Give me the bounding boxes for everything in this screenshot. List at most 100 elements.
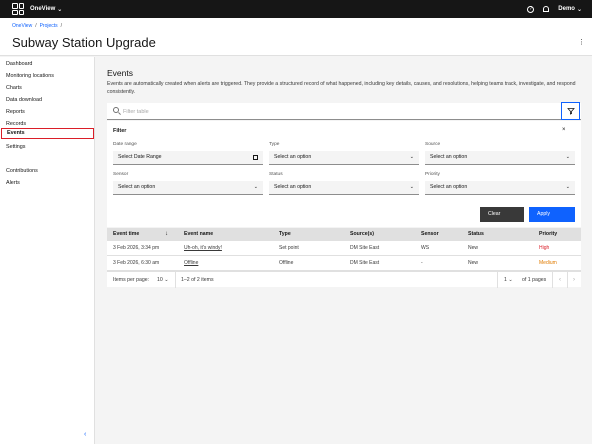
sidebar-item-monitoring-locations[interactable]: Monitoring locations: [1, 71, 94, 82]
column-header-event-time[interactable]: Event time: [113, 228, 139, 241]
sidebar-item-alerts[interactable]: Alerts: [1, 178, 94, 189]
user-menu[interactable]: Demo ⌄: [558, 6, 582, 13]
sidebar-item-dashboard[interactable]: Dashboard: [1, 59, 94, 70]
search-input[interactable]: [123, 106, 523, 117]
apply-button[interactable]: Apply: [529, 207, 575, 222]
priority-label: Priority: [425, 172, 440, 177]
page-header: OneView / Projects / Subway Station Upgr…: [0, 18, 592, 56]
sidebar-item-reports[interactable]: Reports: [1, 107, 94, 118]
source-cell: DM Site East: [350, 260, 380, 266]
sidebar-item-charts[interactable]: Charts: [1, 83, 94, 94]
status-cell: New: [468, 245, 479, 251]
overflow-menu-icon[interactable]: ⋮: [578, 38, 585, 46]
divider: [497, 272, 498, 288]
type-value: Select an option: [274, 154, 312, 160]
top-bar: OneView ⌄ ? Demo ⌄: [0, 0, 592, 18]
column-header-type[interactable]: Type: [279, 228, 291, 241]
source-select[interactable]: Select an option ⌄: [425, 151, 575, 165]
chevron-down-icon: ⌄: [508, 277, 513, 283]
column-header-priority[interactable]: Priority: [539, 228, 557, 241]
user-name: Demo: [558, 6, 575, 12]
event-name-link[interactable]: Uh-oh, it's windy!: [184, 241, 222, 256]
status-label: Status: [269, 172, 283, 177]
sensor-label: Sensor: [113, 172, 129, 177]
sidebar-item-data-download[interactable]: Data download: [1, 95, 94, 106]
page-count: of 1 pages: [522, 277, 547, 283]
type-cell: Offline: [279, 260, 294, 266]
chevron-down-icon: ⌄: [409, 184, 414, 190]
events-section: Events Events are automatically created …: [107, 68, 581, 95]
type-label: Type: [269, 142, 280, 147]
sidebar: Dashboard Monitoring locations Charts Da…: [0, 57, 95, 444]
column-header-sources[interactable]: Source(s): [350, 228, 374, 241]
priority-cell: Medium: [539, 260, 557, 266]
help-icon[interactable]: ?: [527, 5, 535, 13]
notification-bell-icon[interactable]: [543, 6, 550, 12]
close-icon[interactable]: ×: [562, 127, 566, 133]
column-header-status[interactable]: Status: [468, 228, 484, 241]
items-per-page-label: Items per page:: [113, 277, 150, 283]
section-title: Events: [107, 68, 133, 78]
page-title: Subway Station Upgrade: [12, 35, 156, 50]
date-range-picker[interactable]: Select Date Range: [113, 151, 263, 165]
breadcrumb: OneView / Projects /: [12, 23, 62, 29]
page-select[interactable]: 1 ⌄: [504, 272, 513, 288]
table-header: Event time ↓ Event name Type Source(s) S…: [107, 228, 581, 241]
next-page-icon[interactable]: ›: [567, 272, 581, 288]
sidebar-item-events[interactable]: Events: [1, 128, 94, 139]
collapse-sidebar-icon[interactable]: ‹: [84, 431, 86, 438]
type-select[interactable]: Select an option ⌄: [269, 151, 419, 165]
section-description: Events are automatically created when al…: [107, 81, 576, 95]
date-range-label: Date range: [113, 142, 137, 147]
items-per-page-select[interactable]: 10 ⌄: [157, 272, 169, 288]
sensor-value: Select an option: [118, 184, 156, 190]
event-time-cell: 3 Feb 2026, 3:34 pm: [113, 245, 160, 251]
table-row[interactable]: 3 Feb 2026, 6:30 am Offline Offline DM S…: [107, 256, 581, 271]
app-name: OneView: [30, 6, 56, 12]
chevron-down-icon: ⌄: [565, 184, 570, 190]
clear-button[interactable]: Clear: [480, 207, 524, 222]
filter-title: Filter: [113, 128, 127, 134]
chevron-down-icon: ⌄: [576, 6, 582, 13]
filter-toggle-button[interactable]: [561, 102, 580, 120]
table-search: [107, 103, 581, 120]
chevron-down-icon: ⌄: [565, 154, 570, 160]
column-header-event-name[interactable]: Event name: [184, 228, 213, 241]
app-switcher-icon[interactable]: [12, 3, 24, 15]
items-per-page-value: 10: [157, 277, 163, 283]
source-label: Source: [425, 142, 441, 147]
breadcrumb-projects[interactable]: Projects: [40, 23, 58, 29]
status-value: Select an option: [274, 184, 312, 190]
sensor-cell: -: [421, 260, 423, 266]
breadcrumb-separator: /: [60, 23, 63, 29]
chevron-down-icon: ⌄: [409, 154, 414, 160]
page-value: 1: [504, 277, 507, 283]
search-icon: [113, 107, 119, 113]
sidebar-item-contributions[interactable]: Contributions: [1, 166, 94, 177]
column-header-sensor[interactable]: Sensor: [421, 228, 439, 241]
priority-value: Select an option: [430, 184, 468, 190]
items-range: 1–2 of 2 items: [181, 277, 214, 283]
breadcrumb-separator: /: [35, 23, 37, 29]
sort-arrow-down-icon[interactable]: ↓: [165, 228, 168, 241]
source-cell: DM Site East: [350, 245, 380, 251]
divider: [175, 272, 176, 288]
table-row[interactable]: 3 Feb 2026, 3:34 pm Uh-oh, it's windy! S…: [107, 241, 581, 256]
event-name-link[interactable]: Offline: [184, 256, 198, 271]
chevron-down-icon: ⌄: [57, 6, 63, 13]
date-range-value: Select Date Range: [118, 154, 162, 160]
status-select[interactable]: Select an option ⌄: [269, 181, 419, 195]
priority-select[interactable]: Select an option ⌄: [425, 181, 575, 195]
app-name-menu[interactable]: OneView ⌄: [30, 6, 62, 13]
filter-panel: Filter × Date range Select Date Range Ty…: [107, 121, 581, 227]
priority-cell: High: [539, 245, 550, 251]
previous-page-icon[interactable]: ‹: [553, 272, 567, 288]
sidebar-item-settings[interactable]: Settings: [1, 142, 94, 153]
sensor-select[interactable]: Select an option ⌄: [113, 181, 263, 195]
breadcrumb-oneview[interactable]: OneView: [12, 23, 32, 29]
status-cell: New: [468, 260, 479, 266]
sensor-cell: WS: [421, 245, 430, 251]
pagination: Items per page: 10 ⌄ 1–2 of 2 items 1 ⌄ …: [107, 271, 581, 288]
type-cell: Set point: [279, 245, 299, 251]
chevron-down-icon: ⌄: [253, 184, 258, 190]
